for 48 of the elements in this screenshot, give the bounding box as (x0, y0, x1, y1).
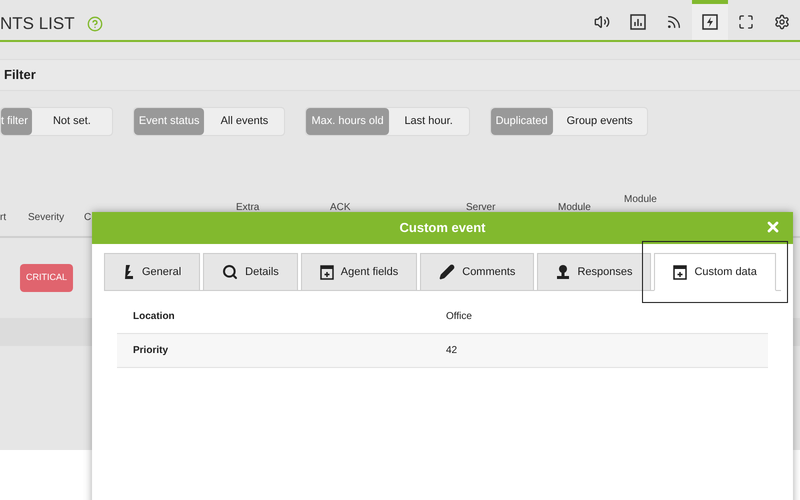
form-icon (673, 264, 688, 280)
filter-bar[interactable]: Filter (0, 59, 800, 91)
filter-value: Not set. (52, 114, 92, 130)
column-header: Module (558, 201, 591, 215)
filter-chip[interactable]: Event status All events (132, 107, 286, 136)
field-name: Location (132, 310, 176, 324)
pencil-icon (439, 264, 456, 280)
column-header: Module (624, 193, 657, 207)
dialog-tab[interactable]: Comments (420, 253, 534, 291)
expand-icon (738, 14, 754, 30)
help-icon (86, 16, 103, 32)
filter-label: Event status (134, 108, 204, 135)
dialog-tab[interactable]: Responses (537, 253, 652, 291)
filter-chip[interactable]: Max. hours old Last hour. (305, 107, 470, 136)
filter-label: t filter (1, 108, 32, 135)
field-value: 42 (446, 344, 458, 358)
severity-badge: CRITICAL (20, 264, 74, 292)
settings-icon (774, 14, 790, 30)
flag-icon (123, 264, 135, 280)
bolt-icon (702, 14, 718, 30)
form-icon (320, 264, 334, 280)
dialog-tab[interactable]: General (104, 253, 200, 291)
search-icon (222, 264, 238, 280)
filter-chip[interactable]: t filter Not set. (0, 107, 113, 136)
chart-icon (630, 14, 646, 30)
rss-icon (666, 14, 682, 30)
field-name: Priority (132, 344, 170, 358)
filter-label: Duplicated (490, 108, 553, 135)
page-title: NTS LIST (0, 13, 75, 36)
column-header: C (84, 211, 92, 225)
filter-value: All events (220, 114, 270, 130)
filter-chip[interactable]: Duplicated Group events (490, 107, 648, 136)
column-header: Extra (236, 201, 260, 215)
field-value: Office (446, 310, 472, 324)
dialog-title: Custom event (400, 219, 486, 238)
speaker-icon (594, 14, 610, 30)
column-header: ACK (330, 201, 351, 215)
dialog-tab[interactable]: Custom data (654, 253, 776, 291)
filter-value: Group events (566, 114, 634, 130)
filter-label: Max. hours old (306, 108, 389, 135)
column-header: Severity (28, 211, 64, 225)
dialog-tab[interactable]: Agent fields (300, 253, 418, 291)
stamp-icon (556, 264, 570, 280)
dialog-tab[interactable]: Details (203, 253, 298, 291)
toolbar-button[interactable] (692, 0, 728, 40)
column-header: rt (0, 211, 6, 225)
filter-value: Last hour. (403, 114, 454, 130)
column-header: Server (466, 201, 496, 215)
